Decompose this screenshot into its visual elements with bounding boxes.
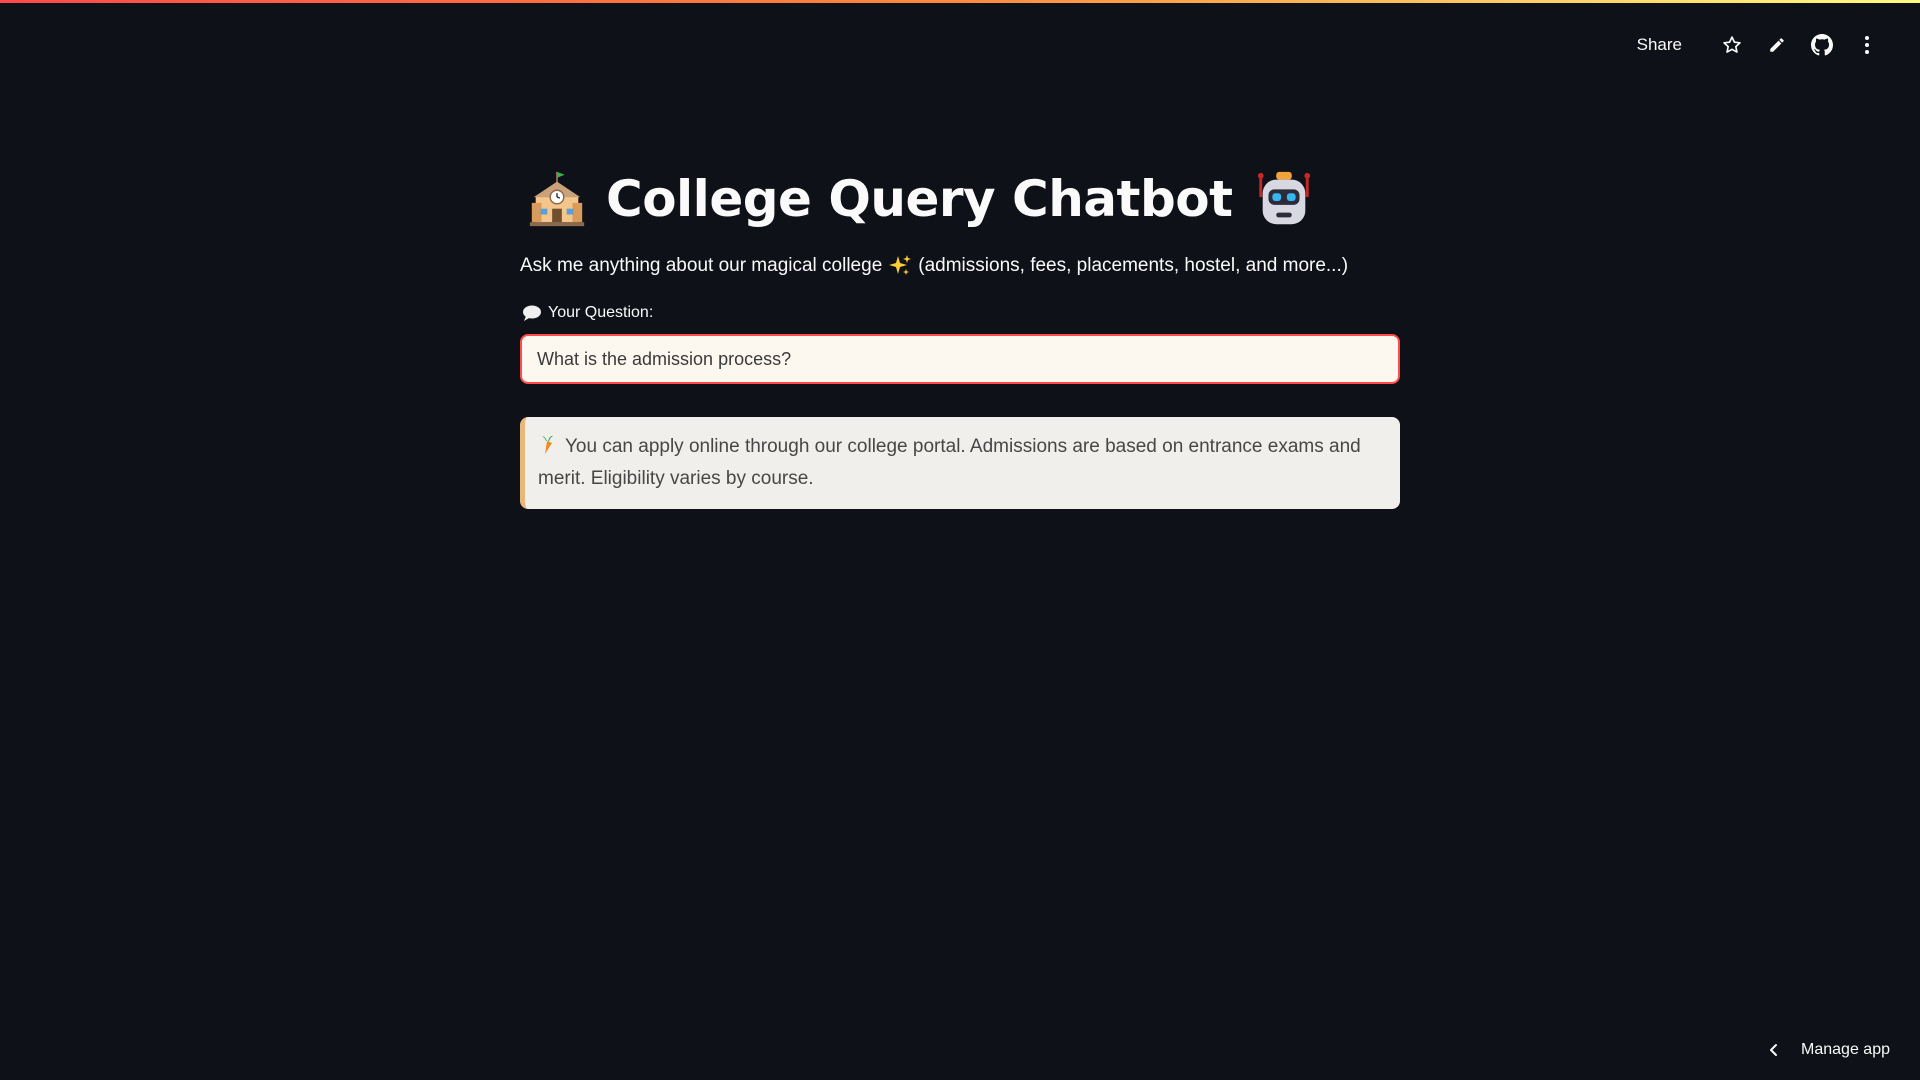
school-emoji-icon (526, 168, 588, 230)
manage-app-label: Manage app (1801, 1041, 1890, 1058)
subtitle-suffix: (admissions, fees, placements, hostel, a… (918, 255, 1349, 276)
chevron-left-icon (1767, 1043, 1781, 1057)
question-label: Your Question: (522, 304, 1400, 322)
answer-text: You can apply online through our college… (538, 436, 1361, 489)
github-icon[interactable] (1805, 28, 1839, 62)
more-vertical-icon[interactable] (1850, 28, 1884, 62)
share-button[interactable]: Share (1627, 29, 1692, 61)
subtitle-prefix: Ask me anything about our magical colleg… (520, 255, 883, 276)
star-icon[interactable] (1715, 28, 1749, 62)
sparkles-emoji-icon (888, 254, 912, 278)
top-decoration-bar (0, 0, 1920, 3)
app-toolbar: Share (1627, 28, 1884, 62)
question-label-text: Your Question: (548, 304, 654, 321)
page-title: College Query Chatbot (526, 160, 1400, 238)
pencil-icon[interactable] (1760, 28, 1794, 62)
answer-box: You can apply online through our college… (520, 417, 1400, 509)
manage-app-button[interactable]: Manage app (1767, 1036, 1890, 1064)
main-content: College Query Chatbot Ask me anything ab… (520, 160, 1400, 509)
question-input-container (520, 334, 1400, 384)
subtitle: Ask me anything about our magical colleg… (520, 254, 1400, 278)
question-input[interactable] (535, 347, 1385, 371)
title-text: College Query Chatbot (606, 170, 1233, 228)
robot-emoji-icon (1253, 168, 1315, 230)
carrot-emoji-icon (538, 434, 556, 454)
speech-bubble-icon (522, 304, 542, 322)
